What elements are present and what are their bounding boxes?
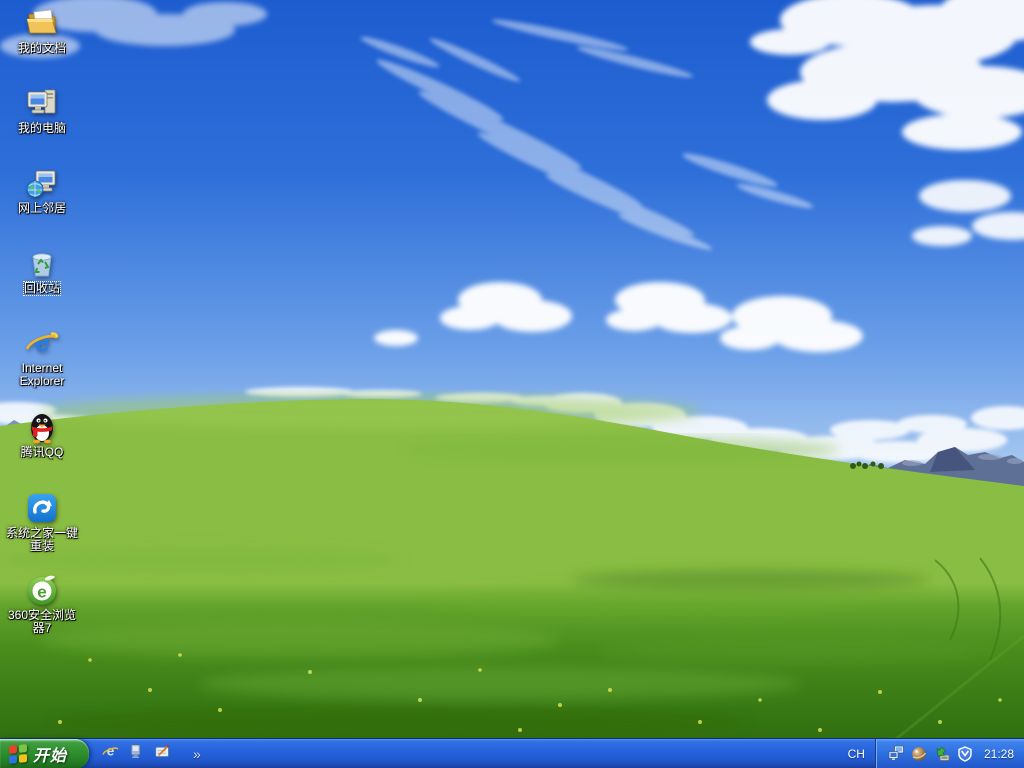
recycle-bin-icon	[25, 246, 59, 280]
360-browser-icon: e	[25, 573, 59, 607]
desktop-icon-system-reinstall[interactable]: 系统之家一键重装	[2, 491, 82, 553]
svg-text:e: e	[37, 583, 46, 602]
desktop-icon-column: 我的文档 我的电脑 网上邻居 回收站 e Internet Explorer 腾…	[0, 0, 86, 738]
desktop-icon-recycle-bin[interactable]: 回收站	[2, 246, 82, 296]
desktop-icon-my-documents[interactable]: 我的文档	[2, 6, 82, 55]
safely-remove-hardware-icon[interactable]	[934, 745, 951, 762]
internet-explorer-icon: e	[101, 743, 119, 765]
tray-clock[interactable]: 21:28	[984, 747, 1014, 761]
quick-launch-media-device[interactable]	[125, 742, 147, 766]
desktop-icon-label: 系统之家一键重装	[5, 526, 78, 553]
my-documents-folder-icon	[25, 6, 59, 40]
bliss-wallpaper	[0, 0, 1024, 768]
globe-icon[interactable]	[911, 745, 928, 762]
quick-launch-show-desktop[interactable]	[151, 742, 173, 766]
desktop-icon-label: Internet Explorer	[19, 361, 65, 388]
svg-text:e: e	[34, 327, 49, 357]
desktop-icon-internet-explorer[interactable]: e Internet Explorer	[2, 326, 82, 388]
desktop: 我的文档 我的电脑 网上邻居 回收站 e Internet Explorer 腾…	[0, 0, 1024, 768]
desktop-icon-network-places[interactable]: 网上邻居	[2, 166, 82, 215]
network-places-icon	[25, 166, 59, 200]
desktop-icon-label: 腾讯QQ	[20, 445, 64, 459]
my-computer-icon	[25, 86, 59, 120]
internet-explorer-icon: e	[25, 326, 59, 360]
monitor-icon	[128, 743, 144, 764]
qq-penguin-icon	[25, 410, 59, 444]
system-tray: 21:28	[874, 739, 1024, 768]
windows-logo-icon	[8, 744, 28, 764]
desktop-icon-label: 我的文档	[17, 41, 66, 55]
desktop-icon-label: 网上邻居	[17, 201, 66, 215]
desktop-icon-label: 360安全浏览器7	[7, 608, 77, 635]
show-desktop-icon	[154, 743, 171, 765]
svg-text:e: e	[106, 743, 114, 758]
language-indicator[interactable]: CH	[838, 739, 875, 768]
desktop-icon-360-browser[interactable]: e 360安全浏览器7	[2, 573, 82, 635]
desktop-icon-tencent-qq[interactable]: 腾讯QQ	[2, 410, 82, 459]
quick-launch-overflow-chevron[interactable]: »	[193, 747, 201, 761]
desktop-icon-label: 回收站	[22, 281, 62, 296]
quick-launch-internet-explorer[interactable]: e	[99, 742, 121, 766]
taskbar: 开始 e » CH 21:28	[0, 738, 1024, 768]
desktop-icon-label: 我的电脑	[17, 121, 66, 135]
system-reinstall-icon	[25, 491, 59, 525]
quick-launch-bar: e »	[99, 739, 201, 768]
network-icon[interactable]	[888, 745, 905, 762]
shield-icon[interactable]	[957, 745, 974, 762]
start-button[interactable]: 开始	[0, 739, 90, 768]
desktop-icon-my-computer[interactable]: 我的电脑	[2, 86, 82, 135]
start-button-label: 开始	[33, 748, 68, 765]
